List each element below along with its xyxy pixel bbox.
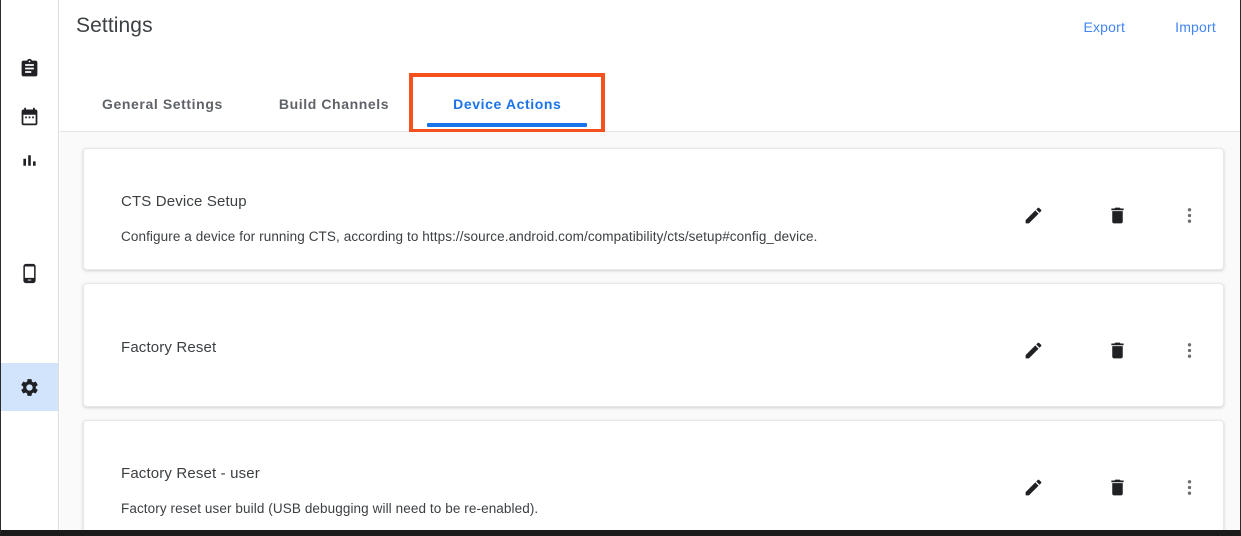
sidebar-item-analytics[interactable] xyxy=(1,136,58,184)
page-header: Settings Export Import General Settings … xyxy=(60,0,1240,133)
device-action-description: Configure a device for running CTS, acco… xyxy=(121,229,818,244)
device-action-title: Factory Reset - user xyxy=(121,465,260,482)
import-button[interactable]: Import xyxy=(1175,19,1216,35)
export-button[interactable]: Export xyxy=(1083,19,1125,35)
tab-device-actions[interactable]: Device Actions xyxy=(409,73,606,133)
device-action-title: CTS Device Setup xyxy=(121,193,247,210)
pencil-icon xyxy=(1023,205,1044,226)
settings-app-window: Settings Export Import General Settings … xyxy=(0,0,1241,536)
delete-button[interactable] xyxy=(1093,330,1141,370)
edit-button[interactable] xyxy=(1009,330,1057,370)
trash-icon xyxy=(1107,205,1128,226)
sidebar-item-settings[interactable] xyxy=(1,363,58,411)
tab-build-channels-label: Build Channels xyxy=(278,95,390,112)
edit-button[interactable] xyxy=(1009,195,1057,235)
more-vert-icon xyxy=(1179,205,1200,226)
assignment-icon xyxy=(19,58,40,79)
edit-button[interactable] xyxy=(1009,467,1057,507)
tab-build-channels[interactable]: Build Channels xyxy=(249,76,419,131)
more-options-button[interactable] xyxy=(1165,330,1213,370)
device-action-controls xyxy=(1009,195,1213,235)
more-options-button[interactable] xyxy=(1165,467,1213,507)
page-title: Settings xyxy=(76,14,153,37)
tab-general-settings-label: General Settings xyxy=(102,95,223,112)
gear-icon xyxy=(19,377,40,398)
tab-active-underline xyxy=(427,123,588,127)
sidebar-item-devices[interactable] xyxy=(1,249,58,297)
trash-icon xyxy=(1107,340,1128,361)
calendar-icon xyxy=(19,106,40,127)
device-actions-list: CTS Device Setup Configure a device for … xyxy=(60,132,1240,530)
delete-button[interactable] xyxy=(1093,467,1141,507)
more-vert-icon xyxy=(1179,340,1200,361)
more-vert-icon xyxy=(1179,477,1200,498)
device-action-controls xyxy=(1009,330,1213,370)
header-actions: Export Import xyxy=(1083,19,1216,35)
device-action-controls xyxy=(1009,467,1213,507)
device-action-card[interactable]: Factory Reset - user Factory reset user … xyxy=(83,420,1224,530)
phone-android-icon xyxy=(19,263,40,284)
pencil-icon xyxy=(1023,340,1044,361)
device-action-title: Factory Reset xyxy=(121,339,217,356)
sidebar-item-calendar[interactable] xyxy=(1,92,58,140)
bar-chart-icon xyxy=(19,150,40,171)
trash-icon xyxy=(1107,477,1128,498)
pencil-icon xyxy=(1023,477,1044,498)
device-action-card[interactable]: CTS Device Setup Configure a device for … xyxy=(83,148,1224,270)
more-options-button[interactable] xyxy=(1165,195,1213,235)
sidebar-item-assignment[interactable] xyxy=(1,44,58,92)
device-action-card[interactable]: Factory Reset xyxy=(83,283,1224,407)
tab-general-settings[interactable]: General Settings xyxy=(76,76,249,131)
delete-button[interactable] xyxy=(1093,195,1141,235)
settings-tabs: General Settings Build Channels Device A… xyxy=(76,73,606,133)
sidebar-nav xyxy=(1,0,59,530)
device-action-description: Factory reset user build (USB debugging … xyxy=(121,501,539,516)
tab-device-actions-label: Device Actions xyxy=(453,95,562,112)
